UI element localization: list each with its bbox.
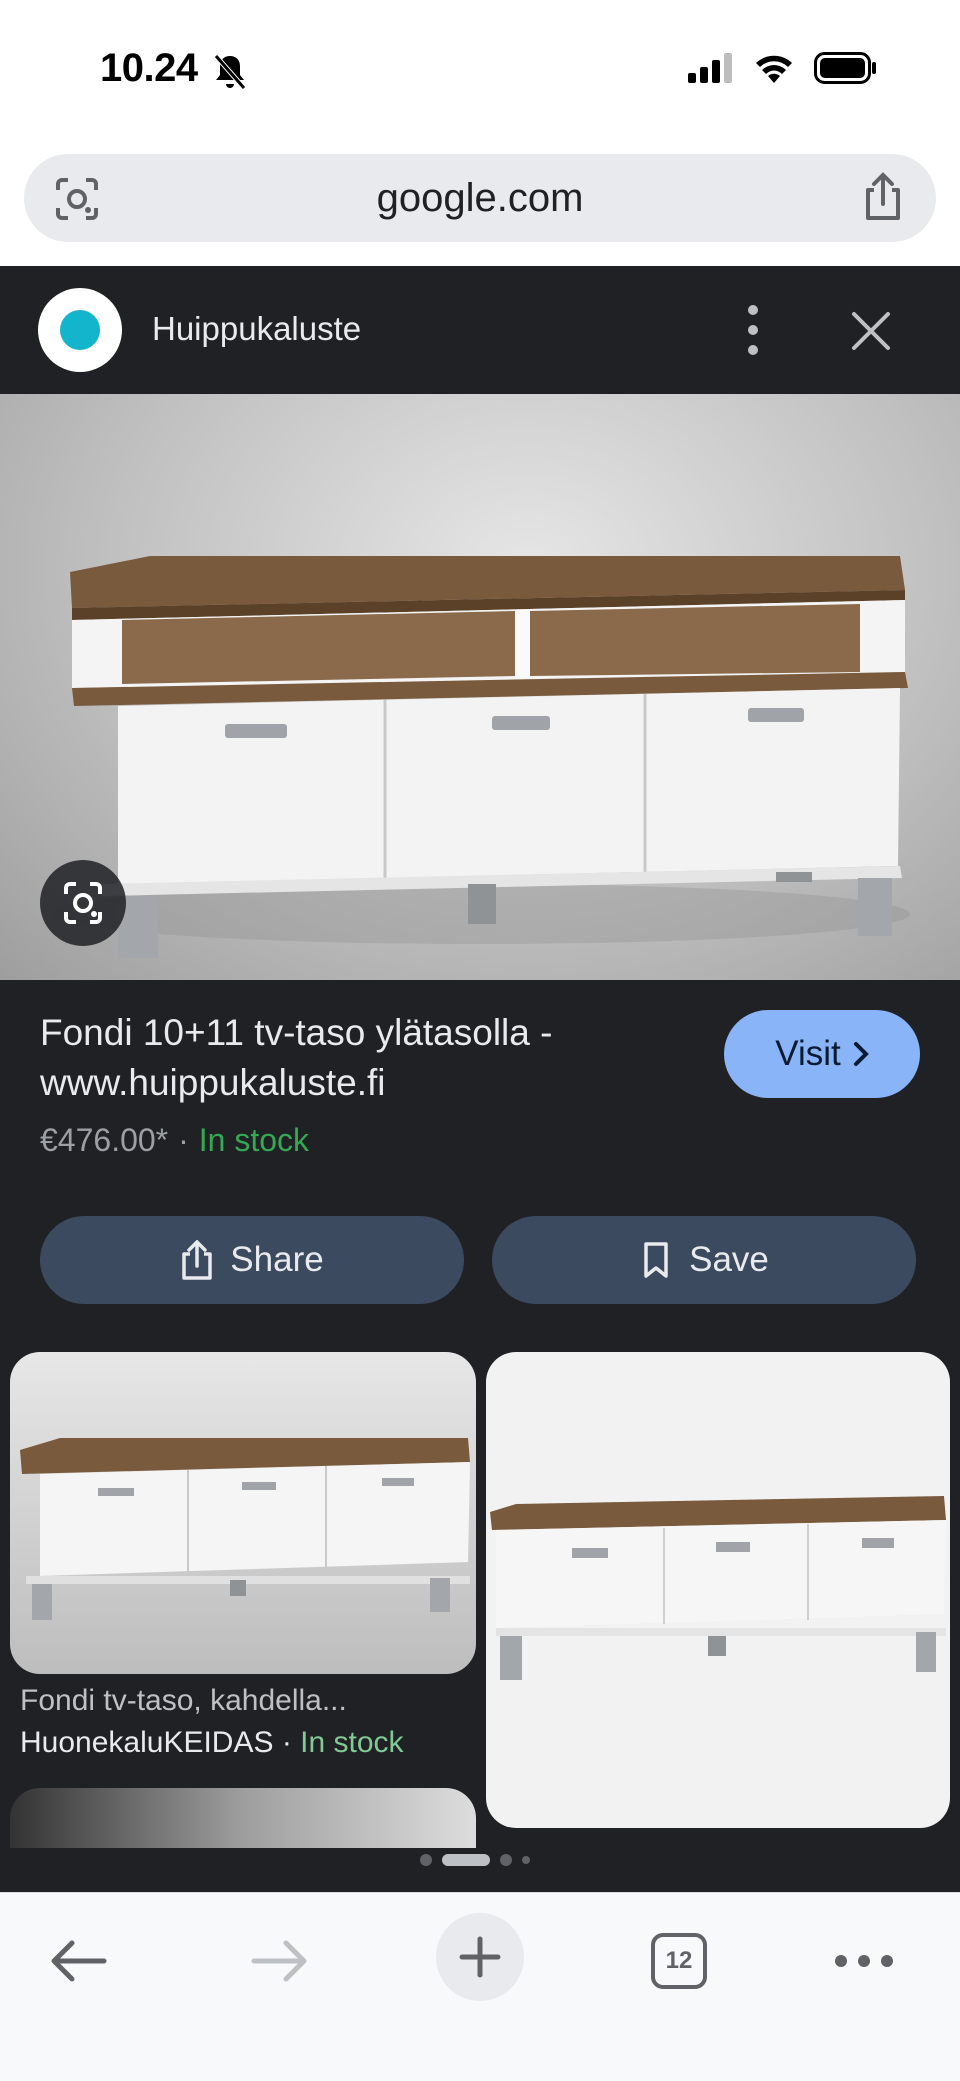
lens-icon [64,882,102,924]
tv-stand-thumbnail [20,1438,470,1620]
tv-stand-thumbnail [490,1496,946,1680]
bookmark-icon [644,1242,668,1278]
separator-dot: · [273,1726,301,1759]
pager-dot-active [442,1854,490,1866]
tv-stand-illustration [50,556,910,958]
visit-button[interactable]: Visit [724,1010,920,1098]
related-caption[interactable]: Fondi tv-taso, kahdella... [20,1684,347,1718]
related-image-2[interactable] [486,1352,950,1828]
site-favicon [38,288,122,372]
site-name[interactable]: Huippukaluste [152,310,361,348]
save-button[interactable]: Save [492,1216,916,1304]
forward-button[interactable] [240,1921,320,2001]
share-button[interactable]: Share [40,1216,464,1304]
visit-label: Visit [775,1034,841,1073]
separator-dot: · [178,1122,189,1158]
menu-button[interactable] [824,1921,904,2001]
save-label: Save [689,1240,769,1279]
close-icon[interactable] [846,306,896,356]
related-source: HuonekaluKEIDAS · In stock [20,1726,404,1760]
more-vertical-icon[interactable] [738,300,768,360]
pager-dot [420,1854,432,1866]
pager-dot [522,1856,530,1864]
carousel-pager [420,1854,530,1866]
price: €476.00* [40,1122,169,1158]
new-tab-button[interactable] [436,1913,524,2001]
panel-header: Huippukaluste [0,266,960,394]
pager-dot [500,1854,512,1866]
price-row: €476.00* · In stock [40,1122,309,1159]
related-stock-status: In stock [300,1726,404,1759]
bell-off-icon [214,54,246,90]
share-icon [182,1240,213,1280]
site-logo-dot [60,310,100,350]
cellular-signal-icon [688,53,732,83]
result-title[interactable]: Fondi 10+11 tv-taso ylätasolla - www.hui… [40,1008,680,1108]
browser-toolbar: 12 [0,1892,960,2081]
battery-icon [814,52,876,84]
more-horizontal-icon [835,1955,893,1967]
related-source-name: HuonekaluKEIDAS [20,1726,274,1759]
share-icon[interactable] [860,172,906,222]
stock-status: In stock [198,1122,310,1158]
share-label: Share [230,1240,324,1279]
related-image-1[interactable] [10,1352,476,1674]
url-text[interactable]: google.com [24,176,936,221]
related-image-3[interactable] [10,1788,476,1848]
status-bar: 10.24 [0,0,960,140]
status-time: 10.24 [100,46,198,90]
wifi-icon [756,55,792,83]
back-button[interactable] [38,1921,118,2001]
status-icons [688,52,878,84]
url-bar[interactable]: google.com [24,154,936,242]
tab-switcher-button[interactable]: 12 [651,1933,707,1989]
chevron-right-icon [853,1042,869,1066]
forward-arrow-icon [251,1940,307,1982]
lens-search-button[interactable] [40,860,126,946]
product-image[interactable] [0,394,960,980]
image-result-panel: Huippukaluste Fondi 10+11 tv-taso ylätas… [0,266,960,1892]
plus-icon [459,1936,501,1978]
back-arrow-icon [51,1940,107,1982]
